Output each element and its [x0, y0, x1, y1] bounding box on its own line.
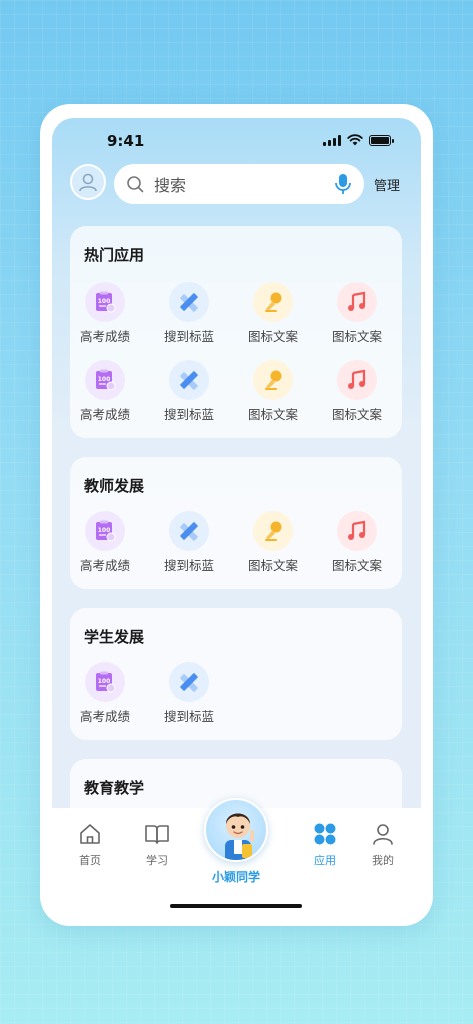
status-bar: 9:41 — [52, 118, 421, 162]
section-card-student-development: 学生发展 100 高考成绩 搜到标蓝 — [70, 608, 402, 740]
music-note-icon — [337, 511, 377, 551]
book-icon — [145, 825, 169, 844]
svg-text:100: 100 — [98, 527, 111, 534]
app-tile[interactable]: 图标文案 — [322, 360, 392, 423]
section-title: 热门应用 — [84, 246, 145, 264]
app-tile[interactable]: 搜到标蓝 — [154, 662, 224, 725]
app-tile[interactable]: 100 高考成绩 — [70, 662, 140, 725]
apps-scroll-area[interactable]: 热门应用 100 高考成绩 搜到标蓝 图标文案 图标文案 100 高考成绩 搜到… — [52, 226, 421, 808]
tab-label: 我的 — [372, 854, 394, 867]
search-input[interactable]: 搜索 — [154, 172, 334, 196]
status-time: 9:41 — [107, 132, 145, 150]
battery-icon — [369, 134, 394, 146]
section-title: 教师发展 — [84, 477, 145, 495]
section-card-teacher-development: 教师发展 100 高考成绩 搜到标蓝 图标文案 图标文案 — [70, 457, 402, 589]
search-bar[interactable]: 搜索 — [114, 164, 364, 204]
app-tile[interactable]: 搜到标蓝 — [154, 360, 224, 423]
app-label: 高考成绩 — [79, 558, 130, 573]
pencil-ruler-icon — [169, 662, 209, 702]
manage-button[interactable]: 管理 — [374, 175, 400, 194]
app-label: 图标文案 — [247, 329, 298, 344]
tab-label: 应用 — [314, 854, 336, 867]
app-label: 图标文案 — [331, 407, 382, 422]
score-report-icon: 100 — [85, 511, 125, 551]
apps-grid-icon — [314, 823, 336, 845]
tab-study[interactable]: 学习 — [132, 822, 182, 868]
app-label: 高考成绩 — [79, 407, 130, 422]
app-tile[interactable]: 100 高考成绩 — [70, 282, 140, 345]
microphone-icon[interactable] — [334, 173, 352, 195]
user-icon — [373, 824, 393, 845]
home-indicator — [170, 904, 302, 908]
mascot-avatar — [204, 798, 268, 862]
music-note-icon — [337, 360, 377, 400]
app-label: 图标文案 — [247, 407, 298, 422]
pencil-ruler-icon — [169, 360, 209, 400]
microphone-icon — [253, 360, 293, 400]
microphone-icon — [253, 511, 293, 551]
tab-home[interactable]: 首页 — [65, 822, 115, 868]
status-icons — [323, 134, 394, 146]
svg-text:100: 100 — [98, 298, 111, 305]
tab-label: 首页 — [79, 854, 101, 867]
app-tile[interactable]: 图标文案 — [238, 511, 308, 574]
app-label: 图标文案 — [331, 558, 382, 573]
app-label: 图标文案 — [247, 558, 298, 573]
app-label: 高考成绩 — [79, 709, 130, 724]
tab-profile[interactable]: 我的 — [358, 822, 408, 868]
search-icon — [127, 176, 144, 193]
tab-apps[interactable]: 应用 — [300, 822, 350, 868]
tab-label: 学习 — [146, 854, 168, 867]
user-avatar-icon — [79, 173, 97, 192]
section-title: 学生发展 — [84, 628, 145, 646]
score-report-icon: 100 — [85, 360, 125, 400]
app-label: 搜到标蓝 — [163, 407, 214, 422]
svg-text:100: 100 — [98, 678, 111, 685]
cellular-signal-icon — [323, 134, 341, 146]
tab-label: 小颖同学 — [211, 870, 260, 884]
home-icon — [80, 824, 100, 844]
pencil-ruler-icon — [169, 511, 209, 551]
bottom-tab-bar: 首页 学习 小颖同学 应用 我的 — [52, 798, 421, 908]
app-label: 搜到标蓝 — [163, 709, 214, 724]
app-label: 图标文案 — [331, 329, 382, 344]
app-tile[interactable]: 搜到标蓝 — [154, 511, 224, 574]
profile-avatar[interactable] — [70, 164, 106, 200]
app-tile[interactable]: 图标文案 — [322, 282, 392, 345]
pencil-ruler-icon — [169, 282, 209, 322]
app-tile[interactable]: 搜到标蓝 — [154, 282, 224, 345]
section-title: 教育教学 — [84, 779, 145, 797]
app-tile[interactable]: 100 高考成绩 — [70, 511, 140, 574]
app-tile[interactable]: 100 高考成绩 — [70, 360, 140, 423]
app-tile[interactable]: 图标文案 — [238, 360, 308, 423]
microphone-icon — [253, 282, 293, 322]
score-report-icon: 100 — [85, 662, 125, 702]
section-card-hot-apps: 热门应用 100 高考成绩 搜到标蓝 图标文案 图标文案 100 高考成绩 搜到… — [70, 226, 402, 438]
app-label: 高考成绩 — [79, 329, 130, 344]
svg-text:100: 100 — [98, 376, 111, 383]
app-label: 搜到标蓝 — [163, 329, 214, 344]
app-tile[interactable]: 图标文案 — [322, 511, 392, 574]
app-tile[interactable]: 图标文案 — [238, 282, 308, 345]
wifi-icon — [347, 134, 363, 146]
music-note-icon — [337, 282, 377, 322]
app-screen: 9:41 搜索 管理 热门应用 100 高考成绩 搜到标蓝 图标文案 图标文案 … — [52, 118, 421, 908]
app-label: 搜到标蓝 — [163, 558, 214, 573]
tab-assistant[interactable]: 小颖同学 — [202, 798, 270, 885]
phone-frame: 9:41 搜索 管理 热门应用 100 高考成绩 搜到标蓝 图标文案 图标文案 … — [40, 104, 433, 926]
score-report-icon: 100 — [85, 282, 125, 322]
